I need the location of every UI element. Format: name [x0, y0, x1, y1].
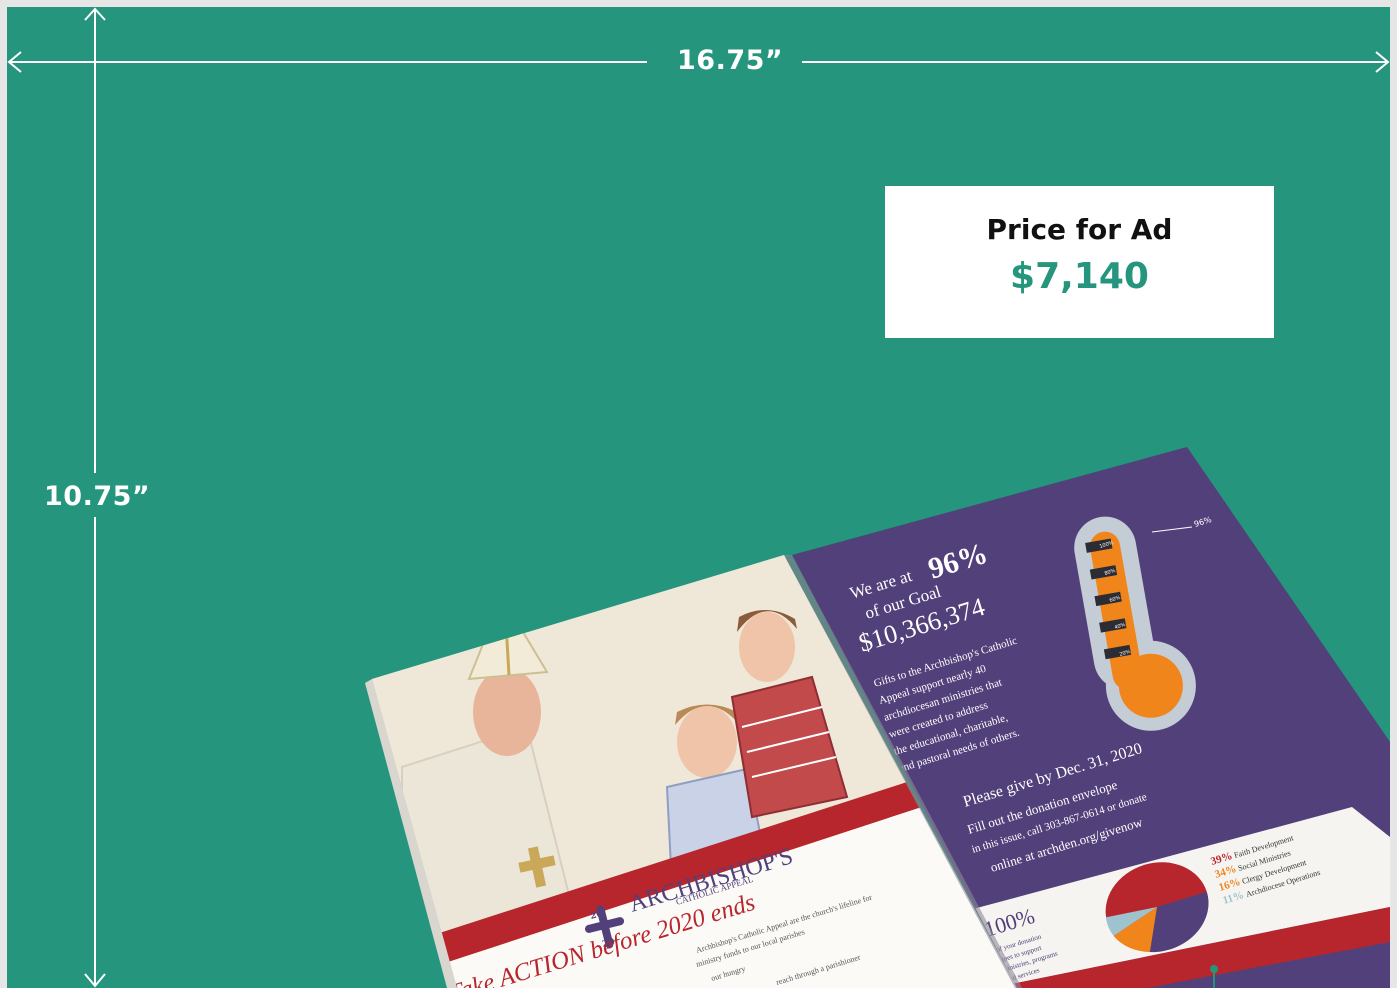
child-photo-2: [739, 612, 795, 682]
ad-canvas: 20 20 ARCHBISHOP'S CATHOLIC APPEAL Take …: [7, 7, 1390, 988]
child-photo-1: [677, 706, 737, 778]
bishop-photo: [473, 668, 541, 756]
height-label: 10.75”: [44, 481, 151, 512]
price-value: $7,140: [1010, 256, 1149, 297]
price-title: Price for Ad: [986, 213, 1173, 246]
magazine-spread: 20 20 ARCHBISHOP'S CATHOLIC APPEAL Take …: [365, 447, 1390, 988]
price-box: Price for Ad $7,140: [885, 186, 1274, 338]
pointer-pin-icon: [1210, 965, 1218, 973]
width-label: 16.75”: [677, 45, 784, 76]
dimension-lines: 20 20 ARCHBISHOP'S CATHOLIC APPEAL Take …: [7, 7, 1390, 988]
